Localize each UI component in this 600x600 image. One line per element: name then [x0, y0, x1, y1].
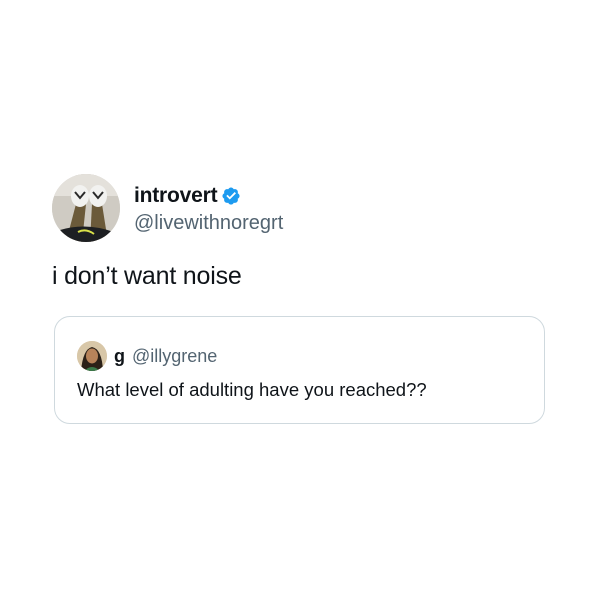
author-display-name[interactable]: introvert: [134, 184, 218, 208]
avatar-photo-person-icon[interactable]: [77, 341, 107, 371]
tweet-card: introvert @livewithnoregrt i don’t want …: [0, 0, 600, 600]
tweet-header: introvert @livewithnoregrt: [52, 174, 283, 242]
verified-badge-icon: [221, 186, 241, 206]
author-handle[interactable]: @livewithnoregrt: [134, 212, 283, 235]
tweet-text: i don’t want noise: [52, 262, 242, 290]
quoted-tweet-text: What level of adulting have you reached?…: [77, 379, 427, 400]
name-row: introvert: [134, 182, 283, 210]
author-names: introvert @livewithnoregrt: [134, 182, 283, 235]
quoted-author-handle[interactable]: @illygrene: [132, 346, 217, 367]
quoted-tweet-header: g @illygrene: [77, 341, 217, 371]
quoted-tweet-card[interactable]: g @illygrene What level of adulting have…: [54, 316, 545, 424]
quoted-author-display-name[interactable]: g: [114, 346, 125, 367]
avatar-photo-feet-icon[interactable]: [52, 174, 120, 242]
